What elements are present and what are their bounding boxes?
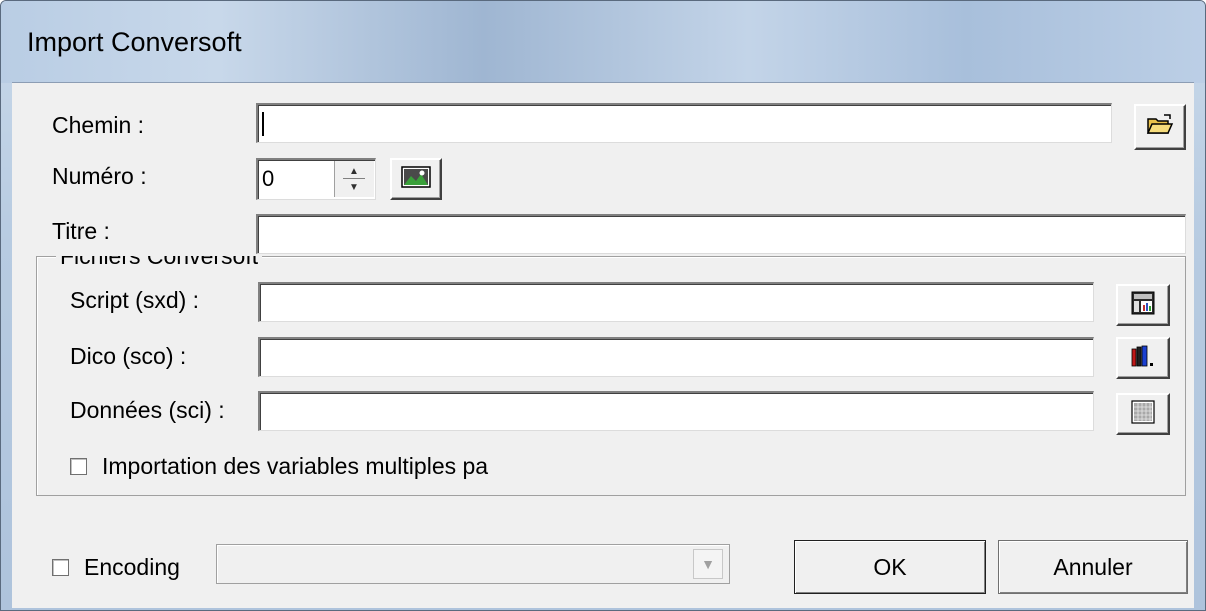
books-icon xyxy=(1130,344,1156,373)
data-grid-icon xyxy=(1131,399,1155,429)
titre-label: Titre : xyxy=(52,218,110,244)
spin-down-button[interactable]: ▼ xyxy=(337,179,371,195)
script-input[interactable] xyxy=(258,282,1094,322)
script-browse-button[interactable] xyxy=(1116,284,1170,326)
donnees-label: Données (sci) : xyxy=(70,397,225,423)
encoding-label: Encoding xyxy=(84,554,180,580)
spin-up-button[interactable]: ▲ xyxy=(337,163,371,179)
title-bar[interactable]: Import Conversoft xyxy=(1,1,1205,83)
dico-label: Dico (sco) : xyxy=(70,343,187,369)
script-label: Script (sxd) : xyxy=(70,287,200,313)
window-title: Import Conversoft xyxy=(27,27,242,57)
text-caret xyxy=(262,112,264,136)
dico-browse-button[interactable] xyxy=(1116,337,1170,379)
open-folder-icon xyxy=(1146,113,1174,142)
chemin-label: Chemin : xyxy=(52,112,145,138)
encoding-select[interactable]: ▼ xyxy=(216,544,730,584)
script-table-icon xyxy=(1131,291,1155,320)
numero-label: Numéro : xyxy=(52,163,147,189)
numero-value: 0 xyxy=(262,166,275,191)
multi-variables-checkbox[interactable] xyxy=(70,458,87,475)
chevron-down-icon[interactable]: ▼ xyxy=(693,549,723,579)
donnees-input[interactable] xyxy=(258,391,1094,431)
group-title: Fichiers Conversoft xyxy=(56,256,263,270)
image-preview-icon xyxy=(401,165,431,193)
ok-button[interactable]: OK xyxy=(794,540,986,594)
numero-spinner[interactable]: ▲ ▼ xyxy=(334,161,374,197)
encoding-checkbox[interactable] xyxy=(52,559,69,576)
chemin-input[interactable] xyxy=(256,103,1112,143)
preview-button[interactable] xyxy=(390,158,442,200)
multi-variables-label: Importation des variables multiples pa xyxy=(102,453,489,479)
titre-input[interactable] xyxy=(256,214,1186,254)
dico-input[interactable] xyxy=(258,337,1094,377)
cancel-button[interactable]: Annuler xyxy=(998,540,1188,594)
browse-button[interactable] xyxy=(1134,104,1186,150)
donnees-browse-button[interactable] xyxy=(1116,393,1170,435)
